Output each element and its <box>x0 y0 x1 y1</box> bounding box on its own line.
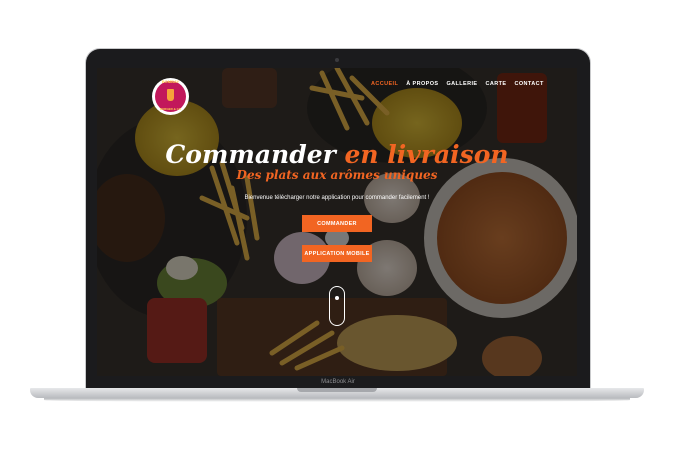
laptop-screen: BOMBAY BURGER & CO ACCUEIL À PROPOS GALL… <box>97 68 577 376</box>
hero-title-accent: en livraison <box>344 140 509 169</box>
hero-subtitle: Des plats aux arômes uniques <box>236 168 438 182</box>
scroll-indicator-dot <box>334 296 339 300</box>
commander-button[interactable]: COMMANDER <box>302 215 372 232</box>
laptop-notch <box>297 388 377 392</box>
laptop-shadow <box>44 398 630 402</box>
nav-item-a-propos[interactable]: À PROPOS <box>406 81 438 91</box>
nav-item-contact[interactable]: CONTACT <box>514 81 543 91</box>
logo-bottom-text: BURGER & CO <box>159 107 182 111</box>
application-mobile-button[interactable]: APPLICATION MOBILE <box>302 245 372 262</box>
camera-icon <box>335 58 339 62</box>
nav-item-gallerie[interactable]: GALLERIE <box>446 81 477 91</box>
logo-top-text: BOMBAY <box>161 79 180 84</box>
nav-item-accueil[interactable]: ACCUEIL <box>371 81 398 91</box>
hero-title-main: Commander <box>165 140 345 169</box>
scroll-down-icon[interactable] <box>329 286 345 326</box>
nav-item-carte[interactable]: CARTE <box>486 81 507 91</box>
hero-description: Bienvenue télécharger notre application … <box>244 195 430 201</box>
hero-title: Commander en livraison <box>97 140 577 169</box>
restaurant-logo[interactable]: BOMBAY BURGER & CO <box>152 78 189 115</box>
device-label: MacBook Air <box>321 379 355 385</box>
cup-icon <box>167 89 174 101</box>
main-nav: ACCUEIL À PROPOS GALLERIE CARTE CONTACT <box>371 81 544 91</box>
